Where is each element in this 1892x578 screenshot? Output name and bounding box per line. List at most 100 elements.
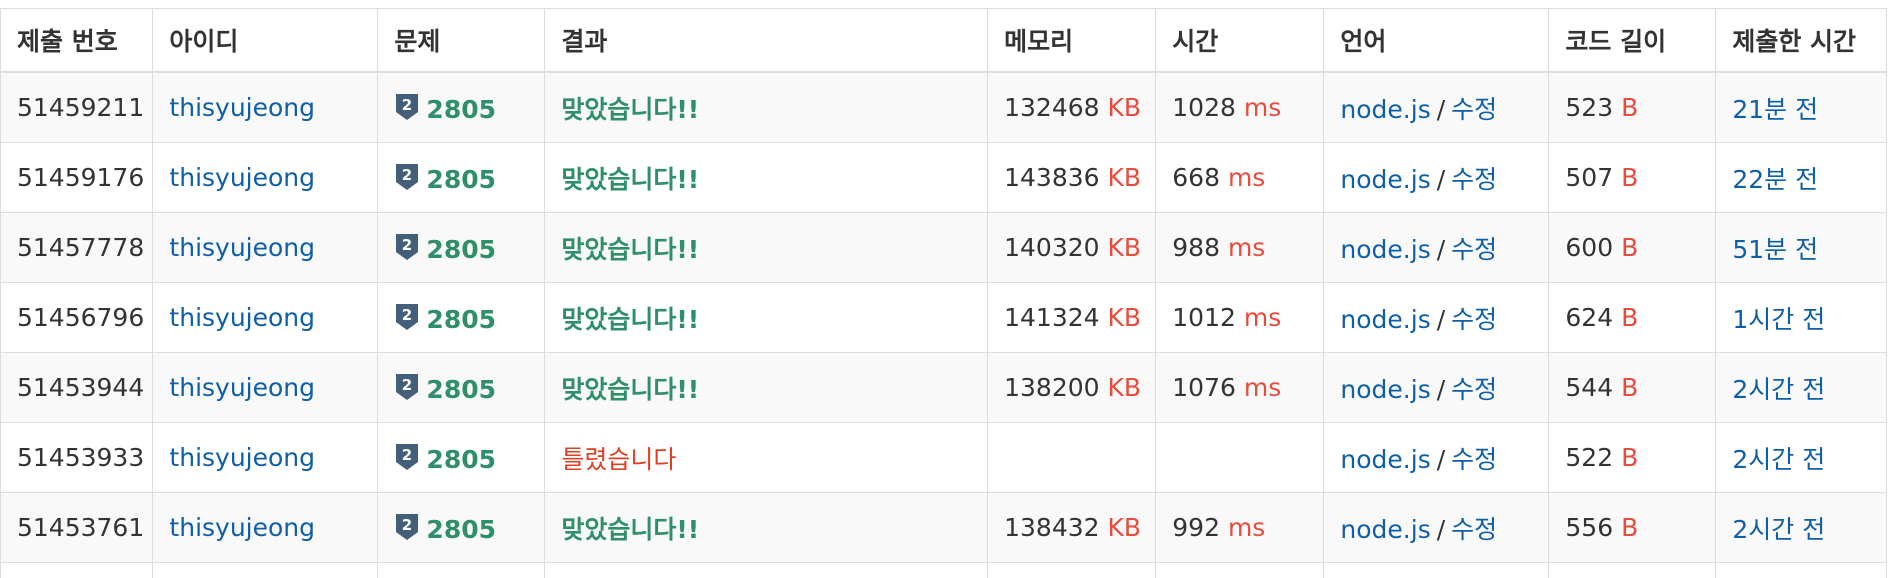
code-length-unit: B bbox=[1621, 373, 1639, 402]
tier-badge-icon: 2 bbox=[396, 443, 419, 470]
language-link[interactable]: node.js bbox=[1340, 375, 1430, 404]
edit-link[interactable]: 수정 bbox=[1451, 375, 1497, 404]
edit-link[interactable]: 수정 bbox=[1451, 515, 1497, 544]
user-link[interactable]: thisyujeong bbox=[169, 373, 315, 402]
user-link[interactable]: thisyujeong bbox=[169, 233, 315, 262]
cell-problem: 2 2805 bbox=[377, 212, 546, 283]
problem-link[interactable]: 2 2805 bbox=[394, 233, 497, 264]
user-link[interactable]: thisyujeong bbox=[169, 513, 315, 542]
submitted-time-link[interactable]: 2시간 전 bbox=[1732, 375, 1825, 404]
header-memory: 메모리 bbox=[987, 8, 1157, 73]
submitted-time-link[interactable]: 51분 전 bbox=[1732, 235, 1818, 264]
code-length-value: 522 bbox=[1565, 443, 1614, 472]
problem-link[interactable]: 2 2805 bbox=[394, 303, 496, 334]
status-page: 제출 번호 아이디 문제 결과 메모리 시간 언어 코드 길이 제출한 시간 5… bbox=[0, 0, 1892, 578]
language-separator: / bbox=[1436, 374, 1446, 404]
cell-memory: 143836 KB bbox=[987, 142, 1157, 213]
time-value: 1076 bbox=[1172, 373, 1236, 402]
cell-time: 988 ms bbox=[1155, 212, 1325, 283]
time-value: 1028 bbox=[1172, 93, 1236, 122]
code-length-value: 523 bbox=[1565, 93, 1614, 122]
memory-value: 143836 bbox=[1004, 163, 1100, 192]
submission-id: 51453761 bbox=[17, 513, 145, 542]
submitted-time-link[interactable]: 2시간 전 bbox=[1732, 445, 1825, 474]
tier-level: 2 bbox=[402, 446, 412, 464]
code-length-value: 600 bbox=[1565, 233, 1614, 262]
code-length-unit: B bbox=[1621, 93, 1639, 122]
edit-link[interactable]: 수정 bbox=[1451, 235, 1497, 264]
header-code-length: 코드 길이 bbox=[1548, 8, 1717, 73]
language-separator: / bbox=[1436, 234, 1446, 264]
problem-link[interactable]: 2 2805 bbox=[394, 513, 496, 544]
status-table: 제출 번호 아이디 문제 결과 메모리 시간 언어 코드 길이 제출한 시간 5… bbox=[0, 8, 1887, 578]
time-unit: ms bbox=[1243, 303, 1282, 332]
user-link[interactable]: thisyujeong bbox=[169, 93, 315, 122]
submission-id: 51459211 bbox=[17, 93, 145, 122]
result-text: 틀렸습니다 bbox=[561, 444, 677, 474]
cell-time: 1028 ms bbox=[1155, 71, 1325, 143]
language-link[interactable]: node.js bbox=[1340, 235, 1430, 264]
header-time: 시간 bbox=[1155, 8, 1325, 73]
language-link[interactable]: node.js bbox=[1340, 165, 1430, 194]
tier-badge-icon: 2 bbox=[396, 93, 419, 120]
memory-value: 140320 bbox=[1004, 233, 1100, 262]
problem-id: 2805 bbox=[426, 444, 497, 474]
problem-id: 2805 bbox=[426, 94, 497, 124]
user-link[interactable]: thisyujeong bbox=[169, 443, 315, 472]
language-separator: / bbox=[1436, 444, 1446, 474]
language-link[interactable]: node.js bbox=[1340, 95, 1430, 124]
user-link[interactable]: thisyujeong bbox=[169, 163, 315, 192]
code-length-unit: B bbox=[1621, 163, 1639, 192]
table-row: 51453761 thisyujeong 2 2805 맞았습니다!! 138432 KB… bbox=[0, 492, 1887, 563]
code-length-value: 624 bbox=[1565, 303, 1614, 332]
cell-time bbox=[1155, 422, 1325, 493]
time-value: 668 bbox=[1172, 163, 1220, 192]
cell-language: node.js / 수정 bbox=[1323, 142, 1550, 213]
table-row: 51456796 thisyujeong 2 2805 맞았습니다!! 141324 KB… bbox=[0, 282, 1887, 353]
cell-result: 맞았습니다!! bbox=[544, 212, 989, 283]
language-link[interactable]: node.js bbox=[1340, 515, 1430, 544]
code-length-unit: B bbox=[1621, 233, 1639, 262]
submitted-time-link[interactable]: 2시간 전 bbox=[1732, 515, 1825, 544]
edit-link[interactable]: 수정 bbox=[1451, 165, 1497, 194]
problem-id: 2805 bbox=[426, 234, 497, 264]
cell-submitted-time: 2시간 전 bbox=[1715, 492, 1887, 563]
cell-code-length: 544 B bbox=[1548, 352, 1717, 423]
language-link[interactable]: node.js bbox=[1340, 305, 1430, 334]
language-separator: / bbox=[1436, 514, 1446, 544]
cell-problem: 2 2805 bbox=[377, 352, 546, 423]
tier-level: 2 bbox=[402, 306, 412, 324]
edit-link[interactable]: 수정 bbox=[1451, 445, 1497, 474]
cell-problem: 2 2805 bbox=[377, 142, 546, 213]
table-row: 51459176 thisyujeong 2 2805 맞았습니다!! 143836 KB… bbox=[0, 142, 1887, 213]
cell-result: 맞았습니다!! bbox=[544, 492, 989, 563]
submission-id: 51453944 bbox=[17, 373, 145, 402]
edit-link[interactable]: 수정 bbox=[1451, 305, 1497, 334]
cell-submitted-time: 1시간 전 bbox=[1715, 282, 1887, 353]
cell-time: 1012 ms bbox=[1155, 282, 1325, 353]
cell-submitted-time: 2시간 전 bbox=[1715, 422, 1887, 493]
problem-link[interactable]: 2 2805 bbox=[394, 163, 496, 194]
cell-user-id: thisyujeong bbox=[152, 492, 379, 563]
submitted-time-link[interactable]: 21분 전 bbox=[1732, 95, 1818, 124]
cell-submitted-time: 21분 전 bbox=[1715, 71, 1887, 143]
edit-link[interactable]: 수정 bbox=[1451, 95, 1497, 124]
cell-result: 맞았습니다!! bbox=[544, 352, 989, 423]
user-link[interactable]: thisyujeong bbox=[169, 303, 315, 332]
cell-submission-id: 51459176 bbox=[0, 142, 154, 213]
problem-link[interactable]: 2 2805 bbox=[394, 93, 497, 124]
cell-time: 992 ms bbox=[1155, 492, 1325, 563]
submission-id: 51457778 bbox=[17, 233, 145, 262]
problem-link[interactable]: 2 2805 bbox=[394, 373, 496, 404]
problem-link[interactable]: 2 2805 bbox=[394, 443, 497, 474]
table-header-row: 제출 번호 아이디 문제 결과 메모리 시간 언어 코드 길이 제출한 시간 bbox=[0, 8, 1887, 73]
cell-result: 맞았습니다!! bbox=[544, 142, 989, 213]
table-row: 51453944 thisyujeong 2 2805 맞았습니다!! 138200 KB… bbox=[0, 352, 1887, 423]
code-length-value: 556 bbox=[1565, 513, 1614, 542]
table-row: 51459211 thisyujeong 2 2805 맞았습니다!! 132468 KB… bbox=[0, 71, 1887, 143]
language-link[interactable]: node.js bbox=[1340, 445, 1430, 474]
code-length-value: 544 bbox=[1565, 373, 1614, 402]
submitted-time-link[interactable]: 1시간 전 bbox=[1732, 305, 1825, 334]
submitted-time-link[interactable]: 22분 전 bbox=[1732, 165, 1818, 194]
cell-user-id: thisyujeong bbox=[152, 282, 379, 353]
